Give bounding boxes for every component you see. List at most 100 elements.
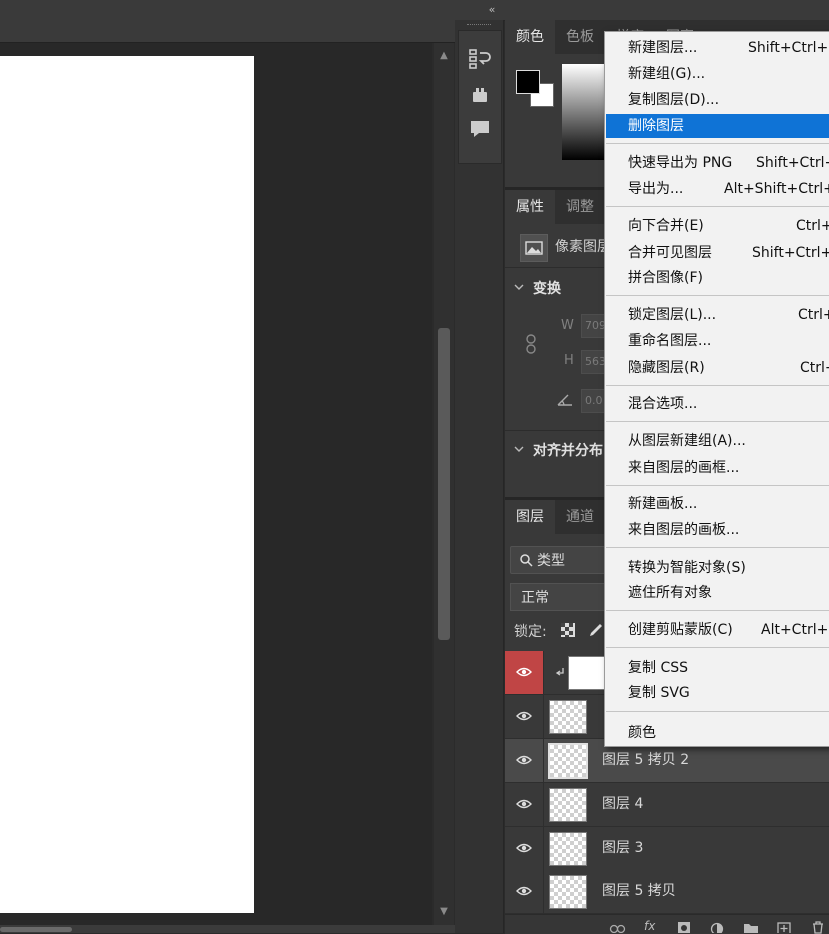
foreground-color-swatch[interactable] [516, 70, 540, 94]
grip-icon[interactable] [467, 24, 491, 27]
menu-item-export-as[interactable]: 导出为... Alt+Shift+Ctrl+ [606, 177, 829, 201]
transform-section-title[interactable]: 变换 [533, 278, 561, 298]
menu-item-frame-from-layers[interactable]: 来自图层的画框... [606, 456, 829, 480]
eye-icon[interactable] [516, 798, 532, 810]
menu-item-new-artboard[interactable]: 新建画板... [606, 492, 829, 516]
layer-thumbnail[interactable] [568, 656, 606, 690]
layer-thumbnail[interactable] [549, 832, 587, 866]
visibility-toggle[interactable] [505, 783, 544, 826]
menu-item-group-from-layers[interactable]: 从图层新建组(A)... [606, 429, 829, 453]
blend-mode-value: 正常 [521, 590, 549, 606]
lock-image-pixels-icon[interactable] [588, 622, 604, 638]
menu-item-new-layer[interactable]: 新建图层... Shift+Ctrl+ [606, 36, 829, 60]
menu-item-create-clipping-mask[interactable]: 创建剪贴蒙版(C) Alt+Ctrl+ [606, 618, 829, 642]
tab-adjustments[interactable]: 调整 [555, 190, 605, 224]
tab-properties[interactable]: 属性 [505, 190, 555, 224]
menu-item-blending-options[interactable]: 混合选项... [606, 392, 829, 416]
tab-layers[interactable]: 图层 [505, 500, 555, 534]
menu-item-lock-layers[interactable]: 锁定图层(L)...Ctrl+ [606, 303, 829, 327]
visibility-toggle[interactable] [505, 827, 544, 870]
width-label: W [561, 318, 574, 333]
menu-separator [606, 711, 829, 712]
collapse-panels-icon[interactable]: « [484, 3, 500, 17]
visibility-toggle[interactable] [505, 739, 544, 782]
new-layer-icon[interactable] [777, 921, 791, 933]
layer-filter-search[interactable]: 类型 [510, 546, 612, 574]
menu-item-copy-svg[interactable]: 复制 SVG [606, 681, 829, 705]
document-canvas[interactable] [0, 56, 254, 913]
height-label: H [564, 353, 574, 368]
menu-separator [606, 647, 829, 648]
layer-kind-label: 像素图层 [555, 239, 611, 255]
menu-item-artboard-from-layers[interactable]: 来自图层的画板... [606, 518, 829, 542]
menu-item-duplicate-layer[interactable]: 复制图层(D)... [606, 88, 829, 112]
eye-icon[interactable] [516, 754, 532, 766]
layer-thumbnail[interactable] [548, 743, 588, 779]
layer-row[interactable]: 图层 5 拷贝 [505, 870, 829, 914]
menu-item-color[interactable]: 颜色 [606, 721, 829, 745]
layer-thumbnail[interactable] [549, 700, 587, 734]
link-layers-icon[interactable] [609, 921, 627, 933]
lock-label: 锁定: [514, 624, 547, 640]
menu-item-merge-down[interactable]: 向下合并(E) Ctrl+ [606, 214, 829, 238]
add-mask-icon[interactable] [677, 921, 691, 933]
panel-divider [505, 430, 605, 431]
menu-separator [606, 421, 829, 422]
scroll-up-icon[interactable]: ▲ [438, 49, 450, 63]
align-section-title[interactable]: 对齐并分布 [533, 440, 603, 460]
scroll-down-icon[interactable]: ▼ [438, 905, 450, 919]
layer-thumbnail[interactable] [549, 788, 587, 822]
menu-item-rename-layer[interactable]: 重命名图层... [606, 329, 829, 353]
panel-icons-column [455, 20, 504, 933]
chevron-down-icon[interactable] [513, 443, 525, 455]
layer-name[interactable]: 图层 5 拷贝 [602, 870, 676, 913]
new-group-icon[interactable] [743, 921, 759, 933]
menu-item-delete-layer[interactable]: 删除图层 [606, 114, 829, 138]
scrollbar-thumb[interactable] [0, 927, 72, 932]
visibility-toggle[interactable] [505, 870, 544, 913]
eye-icon[interactable] [516, 666, 532, 678]
link-icon[interactable] [524, 333, 538, 355]
eye-icon[interactable] [516, 710, 532, 722]
layer-name[interactable]: 图层 4 [602, 783, 643, 826]
chevron-down-icon[interactable] [513, 281, 525, 293]
canvas-vertical-scrollbar[interactable]: ▲ ▼ [434, 43, 454, 925]
menu-item-copy-css[interactable]: 复制 CSS [606, 656, 829, 680]
clipping-mask-arrow-icon [555, 668, 564, 676]
panel-dock-header [455, 0, 829, 21]
eye-icon[interactable] [516, 885, 532, 897]
tab-color[interactable]: 颜色 [505, 20, 555, 54]
menu-item-convert-smart-object[interactable]: 转换为智能对象(S) [606, 556, 829, 580]
canvas-horizontal-scrollbar[interactable] [0, 925, 455, 933]
fx-icon[interactable]: fx [644, 919, 655, 933]
history-icon[interactable] [468, 47, 492, 71]
layers-bottom-toolbar: fx [505, 914, 829, 934]
lock-transparent-pixels-icon[interactable] [561, 623, 575, 637]
layer-row[interactable]: 图层 3 [505, 827, 829, 871]
scrollbar-thumb[interactable] [438, 328, 450, 640]
blend-mode-select[interactable]: 正常 [510, 583, 612, 611]
menu-item-new-group[interactable]: 新建组(G)... [606, 62, 829, 86]
menu-item-flatten-image[interactable]: 拼合图像(F) [606, 266, 829, 290]
menu-separator [606, 295, 829, 296]
layer-name[interactable]: 图层 3 [602, 827, 643, 870]
document-tab-bar [0, 0, 455, 43]
menu-item-hide-layers[interactable]: 隐藏图层(R)Ctrl+ [606, 356, 829, 380]
eye-icon[interactable] [516, 842, 532, 854]
menu-separator [606, 547, 829, 548]
menu-item-merge-visible[interactable]: 合并可见图层 Shift+Ctrl+ [606, 241, 829, 265]
tab-swatches[interactable]: 色板 [555, 20, 605, 54]
tab-channels[interactable]: 通道 [555, 500, 605, 534]
visibility-toggle[interactable] [505, 695, 544, 738]
plugin-icon[interactable] [468, 83, 492, 107]
comments-icon[interactable] [468, 117, 492, 141]
layer-row[interactable]: 图层 4 [505, 783, 829, 827]
menu-separator [606, 485, 829, 486]
menu-item-quick-export-png[interactable]: 快速导出为 PNG Shift+Ctrl+ [606, 151, 829, 175]
menu-item-mask-all-objects[interactable]: 遮住所有对象 [606, 581, 829, 605]
adjustment-layer-icon[interactable] [710, 921, 724, 933]
layer-thumbnail[interactable] [549, 875, 587, 909]
delete-layer-icon[interactable] [811, 920, 825, 934]
visibility-toggle[interactable] [505, 651, 544, 694]
color-picker-field[interactable] [562, 64, 606, 160]
